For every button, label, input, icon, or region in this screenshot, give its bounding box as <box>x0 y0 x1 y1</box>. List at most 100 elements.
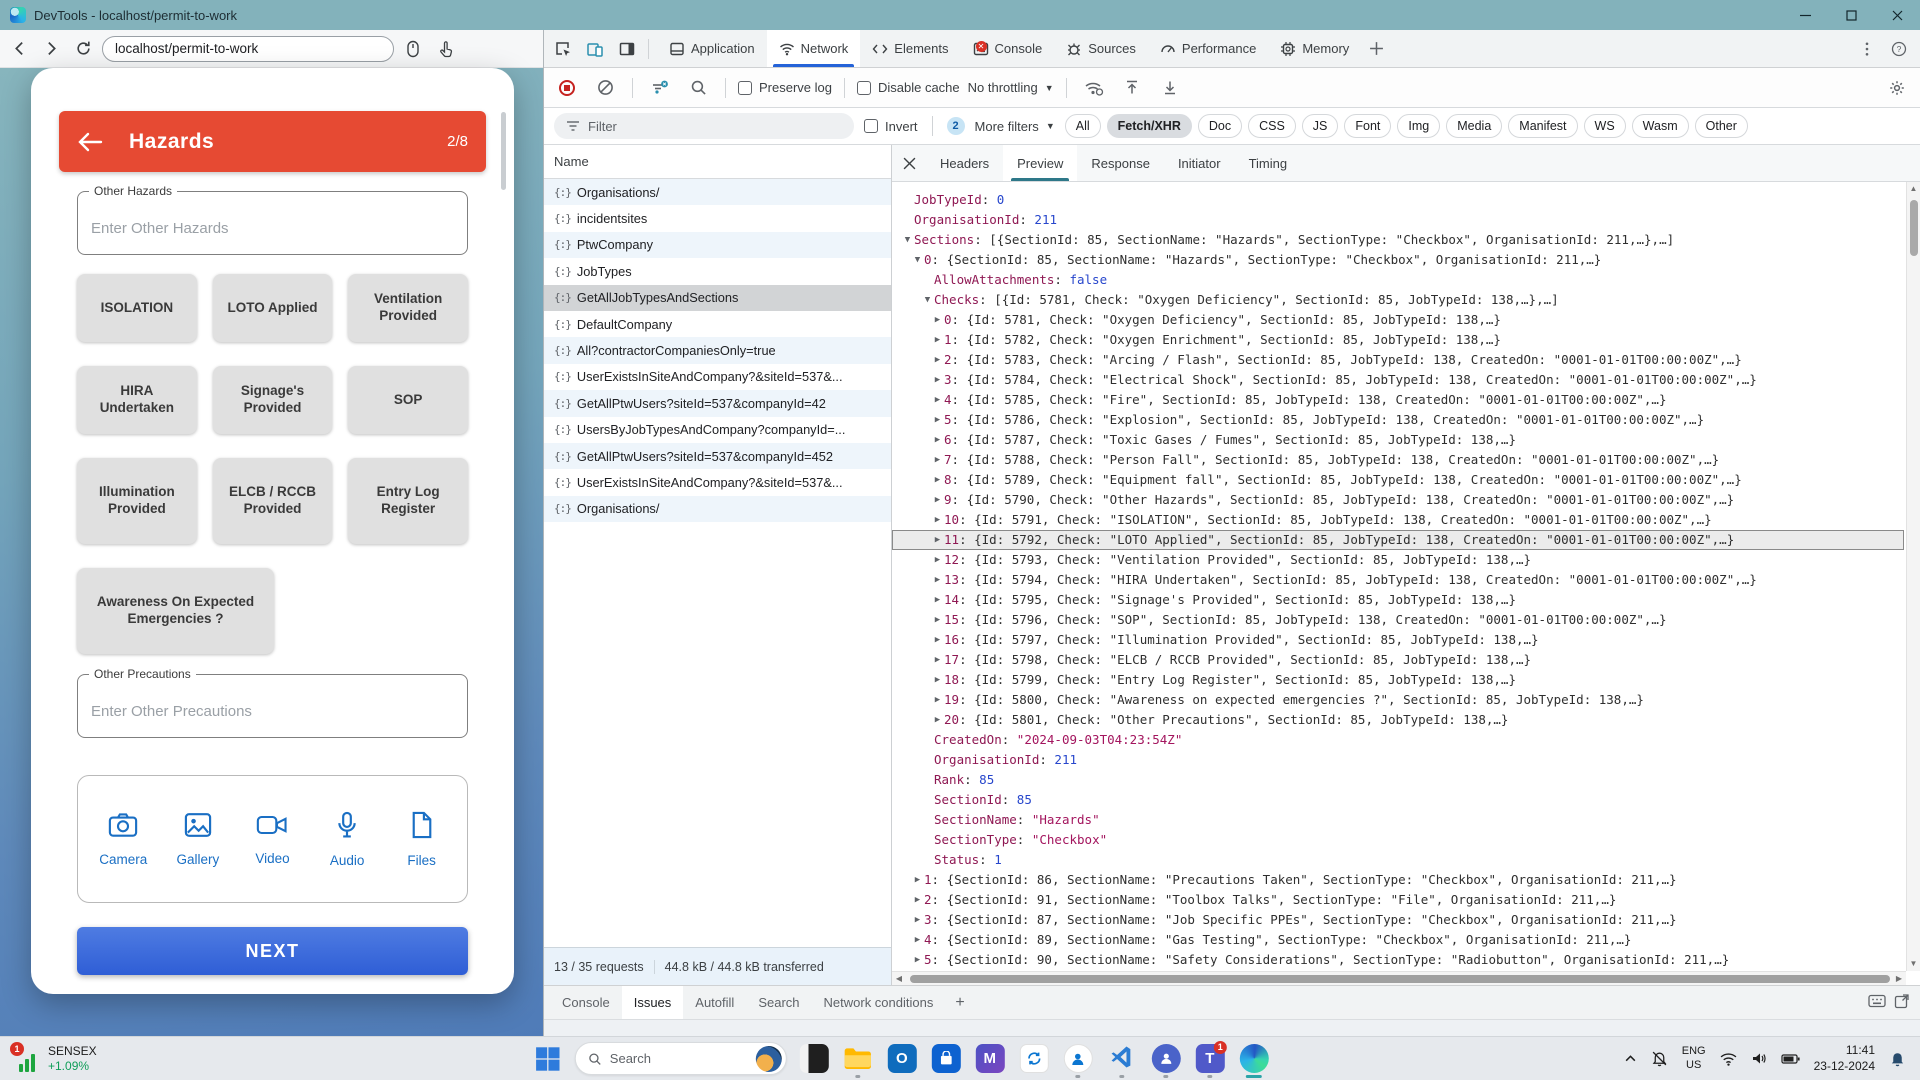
drawer-tab-issues[interactable]: Issues <box>622 986 684 1019</box>
language-indicator[interactable]: ENG US <box>1682 1045 1706 1071</box>
devtools-tab-console[interactable]: ✕Console <box>961 30 1055 67</box>
hazard-button-awareness[interactable]: Awareness On Expected Emergencies ? <box>77 568 274 654</box>
camera-button[interactable]: Camera <box>92 812 154 867</box>
preview-tab-initiator[interactable]: Initiator <box>1164 145 1235 181</box>
json-tree-row[interactable]: ▶0: {Id: 5781, Check: "Oxygen Deficiency… <box>892 310 1904 330</box>
horizontal-scroll-thumb[interactable] <box>910 975 1890 983</box>
collapsed-arrow-icon[interactable]: ▶ <box>931 590 944 610</box>
filter-chip-js[interactable]: JS <box>1302 114 1339 138</box>
request-row[interactable]: {:}UserExistsInSiteAndCompany?&siteId=53… <box>544 364 891 390</box>
collapsed-arrow-icon[interactable]: ▶ <box>931 710 944 730</box>
drawer-tab-console[interactable]: Console <box>550 986 622 1019</box>
scroll-down-icon[interactable]: ▼ <box>1910 957 1918 971</box>
vertical-scroll-thumb[interactable] <box>1910 200 1918 256</box>
json-tree-row[interactable]: ▶5: {Id: 5786, Check: "Explosion", Secti… <box>892 410 1904 430</box>
request-row[interactable]: {:}Organisations/ <box>544 496 891 522</box>
taskbar-explorer-icon[interactable] <box>841 1039 875 1079</box>
drawer-tab-autofill[interactable]: Autofill <box>683 986 746 1019</box>
taskbar-sync-icon[interactable] <box>1017 1039 1051 1079</box>
stocks-widget[interactable]: 1 SENSEX +1.09% <box>0 1037 111 1080</box>
vertical-scrollbar[interactable]: ▲ ▼ <box>1906 182 1920 971</box>
forward-icon[interactable] <box>38 36 64 62</box>
request-row[interactable]: {:}incidentsites <box>544 205 891 231</box>
close-preview-icon[interactable] <box>892 145 926 181</box>
close-button[interactable] <box>1874 0 1920 30</box>
json-tree-row[interactable]: ▶5: {SectionId: 90, SectionName: "Safety… <box>892 950 1904 970</box>
collapsed-arrow-icon[interactable]: ▶ <box>931 550 944 570</box>
invert-checkbox[interactable]: Invert <box>864 119 918 134</box>
collapsed-arrow-icon[interactable]: ▶ <box>931 350 944 370</box>
devtools-tab-application[interactable]: Application <box>657 30 767 67</box>
address-bar[interactable] <box>102 36 394 62</box>
collapsed-arrow-icon[interactable]: ▶ <box>931 490 944 510</box>
json-tree-row[interactable]: ▶16: {Id: 5797, Check: "Illumination Pro… <box>892 630 1904 650</box>
collapsed-arrow-icon[interactable]: ▶ <box>931 610 944 630</box>
collapsed-arrow-icon[interactable]: ▶ <box>911 950 924 970</box>
json-tree-row[interactable]: OrganisationId: 211 <box>892 210 1904 230</box>
json-tree-row[interactable]: ▶17: {Id: 5798, Check: "ELCB / RCCB Prov… <box>892 650 1904 670</box>
collapsed-arrow-icon[interactable]: ▶ <box>931 390 944 410</box>
app-scrollbar[interactable] <box>501 112 506 190</box>
collapsed-arrow-icon[interactable]: ▶ <box>911 930 924 950</box>
json-tree-row[interactable]: SectionId: 85 <box>892 790 1904 810</box>
filter-input[interactable]: Filter <box>554 113 854 139</box>
export-har-icon[interactable] <box>1155 73 1185 103</box>
request-row[interactable]: {:}UsersByJobTypesAndCompany?companyId=.… <box>544 417 891 443</box>
json-tree-row[interactable]: ▼0: {SectionId: 85, SectionName: "Hazard… <box>892 250 1904 270</box>
request-row[interactable]: {:}GetAllPtwUsers?siteId=537&companyId=4… <box>544 390 891 416</box>
json-tree-row[interactable]: ▶9: {Id: 5790, Check: "Other Hazards", S… <box>892 490 1904 510</box>
filter-chip-wasm[interactable]: Wasm <box>1632 114 1689 138</box>
collapsed-arrow-icon[interactable]: ▶ <box>931 310 944 330</box>
shortcuts-icon[interactable] <box>1868 994 1886 1011</box>
disable-cache-checkbox[interactable]: Disable cache <box>857 80 960 95</box>
json-tree-row[interactable]: ▶13: {Id: 5794, Check: "HIRA Undertaken"… <box>892 570 1904 590</box>
collapsed-arrow-icon[interactable]: ▶ <box>931 450 944 470</box>
devtools-tab-elements[interactable]: Elements <box>860 30 960 67</box>
hazard-button-ventilation-provided[interactable]: Ventilation Provided <box>348 274 468 342</box>
taskbar-account-icon[interactable] <box>1061 1039 1095 1079</box>
collapsed-arrow-icon[interactable]: ▶ <box>931 630 944 650</box>
taskbar-search[interactable]: Search <box>575 1042 787 1075</box>
filter-chip-manifest[interactable]: Manifest <box>1508 114 1577 138</box>
taskbar-store-icon[interactable] <box>929 1039 963 1079</box>
network-conditions-icon[interactable] <box>1079 73 1109 103</box>
json-tree-row[interactable]: ▶10: {Id: 5791, Check: "ISOLATION", Sect… <box>892 510 1904 530</box>
request-row[interactable]: {:}JobTypes <box>544 258 891 284</box>
json-tree-row[interactable]: ▶8: {Id: 5789, Check: "Equipment fall", … <box>892 470 1904 490</box>
hazard-button-isolation[interactable]: ISOLATION <box>77 274 197 342</box>
files-button[interactable]: Files <box>391 811 453 868</box>
collapsed-arrow-icon[interactable]: ▶ <box>911 890 924 910</box>
taskbar-outlook-icon[interactable]: O <box>885 1039 919 1079</box>
devtools-tab-network[interactable]: Network <box>767 30 861 67</box>
notifications-off-icon[interactable] <box>1651 1050 1668 1067</box>
filter-chip-all[interactable]: All <box>1065 114 1101 138</box>
filter-chip-doc[interactable]: Doc <box>1198 114 1242 138</box>
collapsed-arrow-icon[interactable]: ▶ <box>911 870 924 890</box>
horizontal-scrollbar[interactable]: ◀ ▶ <box>892 971 1906 985</box>
record-network-icon[interactable] <box>552 73 582 103</box>
add-tab-icon[interactable] <box>1361 34 1391 64</box>
collapsed-arrow-icon[interactable]: ▶ <box>931 650 944 670</box>
json-tree-row[interactable]: ▶4: {Id: 5785, Check: "Fire", SectionId:… <box>892 390 1904 410</box>
scroll-left-icon[interactable]: ◀ <box>892 974 906 983</box>
touch-icon[interactable] <box>432 36 458 62</box>
hazard-button-loto-applied[interactable]: LOTO Applied <box>213 274 333 342</box>
drawer-tab-network-conditions[interactable]: Network conditions <box>812 986 946 1019</box>
json-tree-row[interactable]: ▶15: {Id: 5796, Check: "SOP", SectionId:… <box>892 610 1904 630</box>
json-tree-row[interactable]: SectionName: "Hazards" <box>892 810 1904 830</box>
collapsed-arrow-icon[interactable]: ▶ <box>931 470 944 490</box>
json-tree-row[interactable]: ▶7: {Id: 5788, Check: "Person Fall", Sec… <box>892 450 1904 470</box>
collapsed-arrow-icon[interactable]: ▶ <box>931 530 944 550</box>
filter-chip-img[interactable]: Img <box>1397 114 1440 138</box>
name-column-header[interactable]: Name <box>544 145 891 179</box>
back-arrow-icon[interactable] <box>77 131 107 153</box>
filter-chip-css[interactable]: CSS <box>1248 114 1296 138</box>
filter-chip-fetch-xhr[interactable]: Fetch/XHR <box>1107 114 1192 138</box>
audio-button[interactable]: Audio <box>316 811 378 868</box>
preserve-log-checkbox[interactable]: Preserve log <box>738 80 832 95</box>
collapsed-arrow-icon[interactable]: ▶ <box>931 330 944 350</box>
taskbar-edge-icon[interactable] <box>1237 1039 1271 1079</box>
json-tree-row[interactable]: ▶3: {Id: 5784, Check: "Electrical Shock"… <box>892 370 1904 390</box>
inspect-element-icon[interactable] <box>548 34 578 64</box>
json-tree-row[interactable]: CreatedOn: "2024-09-03T04:23:54Z" <box>892 730 1904 750</box>
